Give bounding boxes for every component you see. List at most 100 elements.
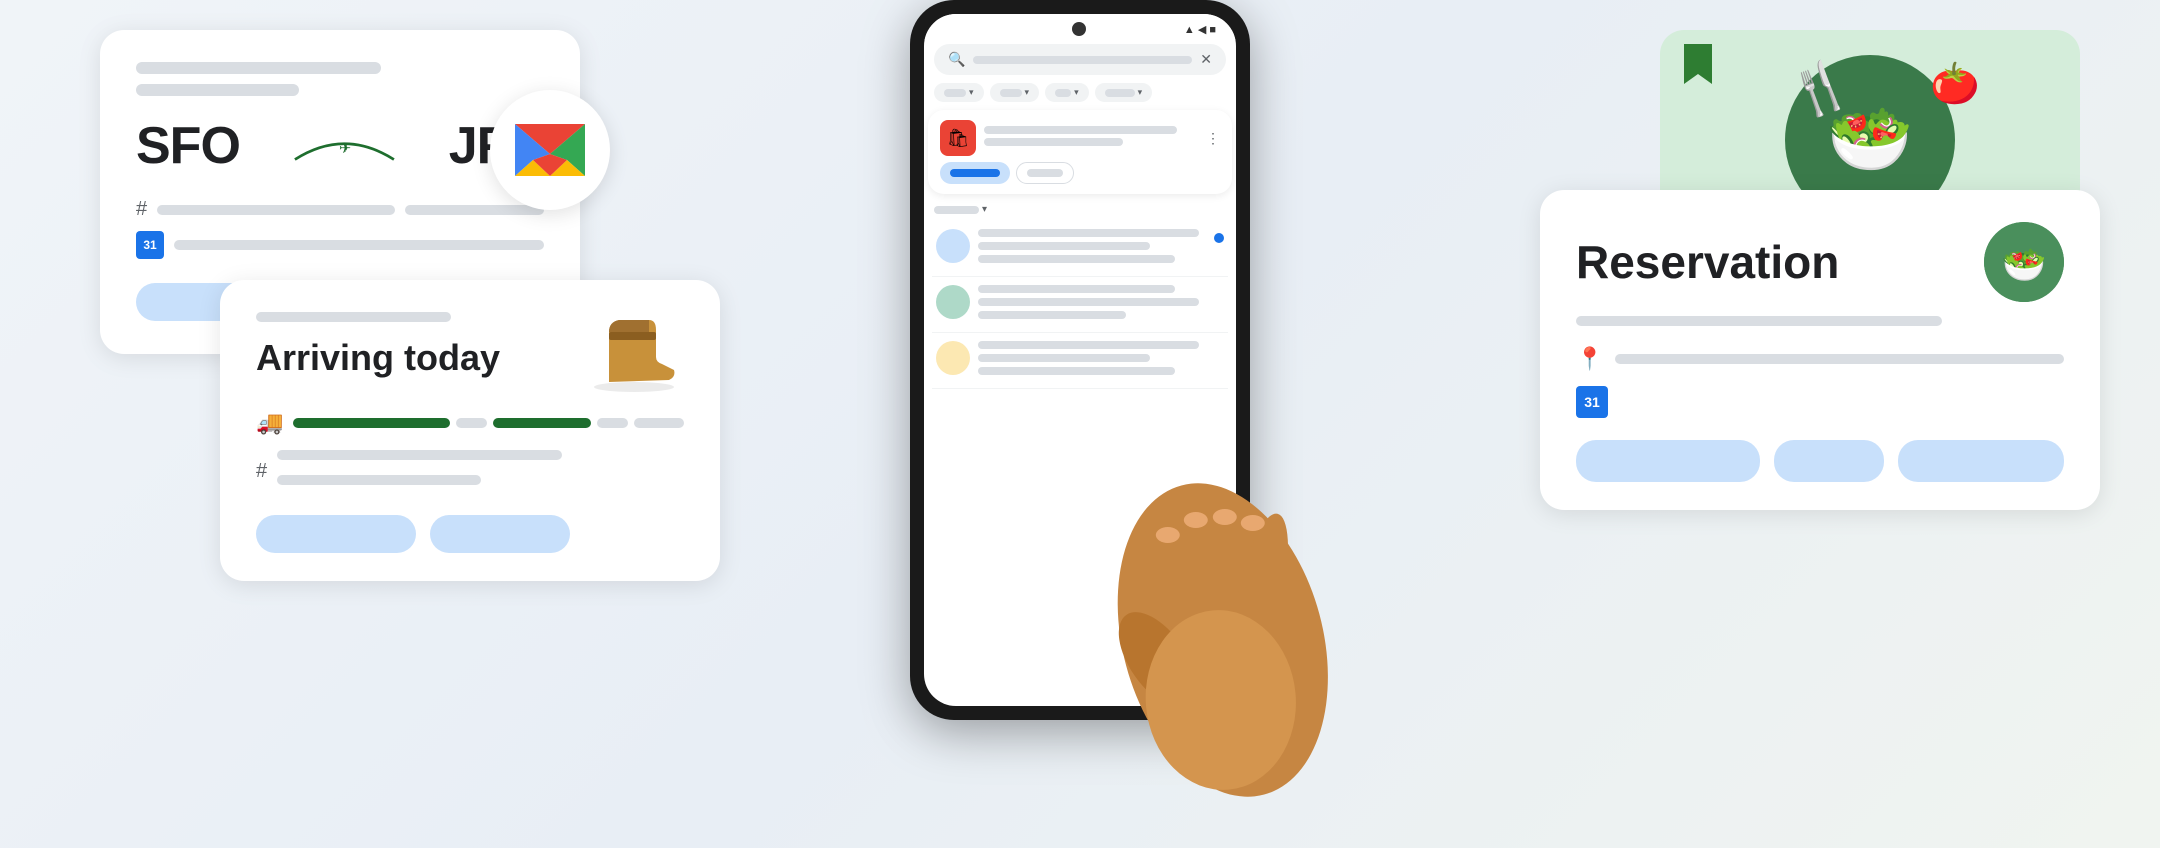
reservation-cta-3[interactable] xyxy=(1898,440,2064,482)
gmail-icon xyxy=(490,90,610,210)
filter-chip-4[interactable]: ▾ xyxy=(1095,83,1153,102)
flight-arrow: ✈ xyxy=(252,128,437,164)
avatar-3 xyxy=(936,341,970,375)
tracking-row: 🚚 xyxy=(256,410,684,436)
reservation-cta-1[interactable] xyxy=(1576,440,1760,482)
flight-line-1 xyxy=(136,62,381,74)
chip-label-4 xyxy=(1105,89,1135,97)
feat-chip-active[interactable] xyxy=(940,162,1010,184)
status-icons: ▲ ◀ ■ xyxy=(1184,23,1216,36)
featured-chips xyxy=(940,162,1220,184)
pkg-btn-row xyxy=(256,515,684,553)
filter-row: ▾ ▾ ▾ ▾ xyxy=(924,83,1236,110)
pkg-cta-2[interactable] xyxy=(430,515,570,553)
email-preview-2 xyxy=(978,311,1126,319)
pkg-hashtag-icon: # xyxy=(256,460,267,483)
bookmark-icon xyxy=(1684,44,1712,84)
filter-chip-2[interactable]: ▾ xyxy=(990,83,1040,102)
package-top-lines xyxy=(256,312,500,322)
track-filled-2 xyxy=(493,418,591,428)
flight-line-2 xyxy=(136,84,299,96)
reservation-title: Reservation xyxy=(1576,235,1839,289)
email-item-3[interactable] xyxy=(932,333,1228,389)
unread-dot-1 xyxy=(1214,233,1224,243)
track-filled-1 xyxy=(293,418,449,428)
svg-text:🥗: 🥗 xyxy=(2002,244,2047,285)
chevron-icon-3: ▾ xyxy=(1074,87,1079,98)
chip-active-label xyxy=(950,169,1000,177)
email-item-1[interactable] xyxy=(932,221,1228,277)
reservation-btn-row xyxy=(1576,440,2064,482)
email-content-1 xyxy=(978,229,1224,268)
pkg-detail-2 xyxy=(277,475,480,485)
calendar-row: 31 xyxy=(136,231,544,259)
reservation-cta-2[interactable] xyxy=(1774,440,1884,482)
email-subject-2 xyxy=(978,298,1199,306)
reservation-calendar-row: 31 xyxy=(1576,386,2064,418)
email-item-2[interactable] xyxy=(932,277,1228,333)
tracking-bars xyxy=(293,418,684,428)
hand xyxy=(1053,440,1393,820)
chip-label-2 xyxy=(1000,89,1022,97)
svg-text:✈: ✈ xyxy=(339,141,351,157)
chevron-icon-1: ▾ xyxy=(969,87,974,98)
reservation-card: Reservation 🥗 📍 31 xyxy=(1540,190,2100,510)
track-empty xyxy=(634,418,684,428)
flight-card-lines xyxy=(136,62,544,96)
close-icon[interactable]: ✕ xyxy=(1200,51,1212,68)
tomato-icon: 🍅 xyxy=(1930,60,1980,107)
flight-route: SFO ✈ JFK xyxy=(136,116,544,176)
feat-line-1 xyxy=(984,126,1177,134)
feat-chip-outlined[interactable] xyxy=(1016,162,1074,184)
package-card: Arriving today 🚚 # xyxy=(220,280,720,581)
pkg-line-1 xyxy=(256,312,451,322)
calendar-icon: 31 xyxy=(136,231,164,259)
truck-icon: 🚚 xyxy=(256,410,283,436)
reservation-location-row: 📍 xyxy=(1576,346,2064,372)
email-sender-2 xyxy=(978,285,1175,293)
filter-chip-1[interactable]: ▾ xyxy=(934,83,984,102)
search-icon: 🔍 xyxy=(948,51,965,68)
email-preview-3 xyxy=(978,367,1175,375)
email-content-3 xyxy=(978,341,1224,380)
email-sender-3 xyxy=(978,341,1199,349)
more-options-icon[interactable]: ⋮ xyxy=(1206,130,1220,147)
featured-email-lines xyxy=(984,126,1198,150)
dropdown-label xyxy=(934,206,979,214)
reservation-header: Reservation 🥗 xyxy=(1576,222,2064,302)
track-gap-2 xyxy=(597,418,628,428)
reservation-location-detail xyxy=(1615,354,2064,364)
filter-chip-3[interactable]: ▾ xyxy=(1045,83,1089,102)
avatar-1 xyxy=(936,229,970,263)
chip-label-1 xyxy=(944,89,966,97)
bag-icon: 🛍 xyxy=(940,120,976,156)
featured-email-header: 🛍 ⋮ xyxy=(940,120,1220,156)
email-subject-1 xyxy=(978,242,1150,250)
search-input[interactable] xyxy=(973,56,1192,64)
calendar-icon-reservation: 31 xyxy=(1576,386,1608,418)
email-content-2 xyxy=(978,285,1224,324)
pkg-cta-1[interactable] xyxy=(256,515,416,553)
feat-line-2 xyxy=(984,138,1123,146)
email-subject-3 xyxy=(978,354,1150,362)
flight-origin: SFO xyxy=(136,116,240,176)
status-bar: ▲ ◀ ■ xyxy=(924,14,1236,40)
dropdown-row[interactable]: ▾ xyxy=(934,204,1226,215)
pkg-hash-lines xyxy=(277,450,684,493)
calendar-details xyxy=(1620,399,2064,405)
track-gap xyxy=(456,418,487,428)
hashtag-icon: # xyxy=(136,198,147,221)
package-header: Arriving today xyxy=(256,312,684,392)
flight-meta-row: # xyxy=(136,198,544,221)
chevron-icon-2: ▾ xyxy=(1025,87,1030,98)
avatar-2 xyxy=(936,285,970,319)
reservation-subtitle-line xyxy=(1576,316,1942,326)
calendar-detail-line xyxy=(174,240,544,250)
email-sender-1 xyxy=(978,229,1199,237)
chip-label-3 xyxy=(1055,89,1071,97)
search-bar[interactable]: 🔍 ✕ xyxy=(934,44,1226,75)
dropdown-arrow: ▾ xyxy=(982,204,987,215)
meta-line-1 xyxy=(157,205,395,215)
location-pin-icon: 📍 xyxy=(1576,346,1603,372)
featured-email[interactable]: 🛍 ⋮ xyxy=(928,110,1232,194)
